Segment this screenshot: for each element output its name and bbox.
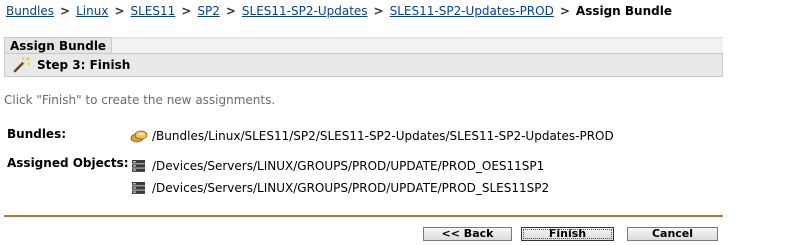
instructions-text: Click "Finish" to create the new assignm…: [4, 93, 276, 107]
breadcrumb-separator: >: [225, 4, 236, 18]
breadcrumb: Bundles > Linux > SLES11 > SP2 > SLES11-SP2-Upda…: [6, 3, 672, 19]
step-title: Step 3: Finish: [37, 58, 131, 72]
breadcrumb-link-sles11-sp2-updates[interactable]: SLES11-SP2-Updates: [242, 4, 368, 18]
back-button[interactable]: << Back: [423, 227, 512, 241]
breadcrumb-separator: >: [114, 4, 125, 18]
bundle-icon: [130, 129, 148, 143]
panel-tab-title: Assign Bundle: [4, 37, 112, 53]
assigned-object-path: /Devices/Servers/LINUX/GROUPS/PROD/UPDAT…: [152, 159, 545, 173]
server-group-icon: [130, 159, 148, 173]
breadcrumb-link-sles11[interactable]: SLES11: [131, 4, 176, 18]
breadcrumb-separator: >: [559, 4, 570, 18]
breadcrumb-link-sles11-sp2-updates-prod[interactable]: SLES11-SP2-Updates-PROD: [390, 4, 554, 18]
bundle-path-row: /Bundles/Linux/SLES11/SP2/SLES11-SP2-Upd…: [130, 129, 614, 143]
step-header: Step 3: Finish: [4, 53, 723, 77]
assigned-object-path: /Devices/Servers/LINUX/GROUPS/PROD/UPDAT…: [152, 181, 550, 195]
breadcrumb-link-sp2[interactable]: SP2: [197, 4, 220, 18]
cancel-button[interactable]: Cancel: [627, 227, 718, 241]
footer-divider: [4, 215, 723, 217]
breadcrumb-separator: >: [60, 4, 71, 18]
assigned-objects-label: Assigned Objects:: [7, 156, 129, 170]
breadcrumb-link-linux[interactable]: Linux: [76, 4, 108, 18]
finish-button[interactable]: Finish: [521, 227, 614, 241]
bundle-path: /Bundles/Linux/SLES11/SP2/SLES11-SP2-Upd…: [152, 129, 614, 143]
breadcrumb-separator: >: [181, 4, 192, 18]
breadcrumb-link-bundles[interactable]: Bundles: [6, 4, 54, 18]
breadcrumb-current: Assign Bundle: [575, 4, 672, 18]
bundles-label: Bundles:: [7, 127, 67, 141]
breadcrumb-separator: >: [373, 4, 384, 18]
assigned-object-row: /Devices/Servers/LINUX/GROUPS/PROD/UPDAT…: [130, 181, 549, 195]
server-group-icon: [130, 181, 148, 195]
panel-tab-strip: [112, 37, 723, 54]
assigned-object-row: /Devices/Servers/LINUX/GROUPS/PROD/UPDAT…: [130, 159, 544, 173]
wizard-wand-icon: [13, 57, 31, 73]
